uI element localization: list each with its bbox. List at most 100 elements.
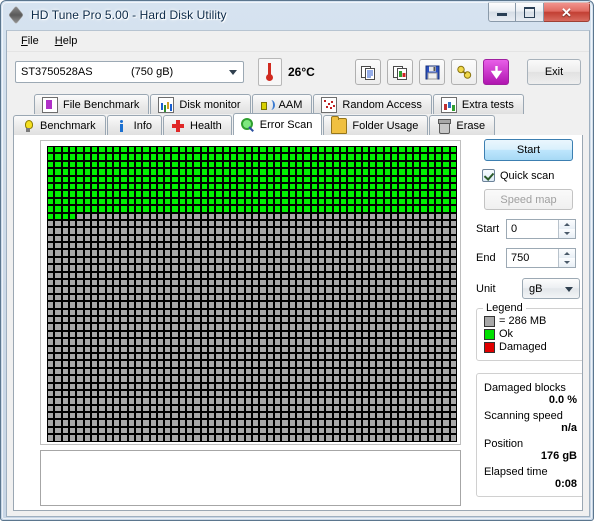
minimize-button[interactable]: [488, 2, 516, 22]
scan-block: [208, 345, 216, 353]
close-button[interactable]: ✕: [544, 2, 590, 22]
scan-block: [142, 434, 150, 442]
scan-block: [90, 375, 99, 383]
start-stepper-up-icon[interactable]: [559, 220, 575, 229]
scan-block: [208, 146, 216, 154]
scan-block: [325, 315, 333, 324]
scan-block: [54, 389, 62, 398]
scan-block: [252, 382, 260, 390]
end-stepper-up-icon[interactable]: [559, 249, 575, 258]
scan-block: [200, 301, 209, 309]
log-output[interactable]: [40, 450, 461, 506]
scan-block: [361, 197, 370, 206]
scan-block: [391, 338, 399, 346]
scan-block: [332, 367, 340, 376]
scan-block: [266, 197, 274, 206]
tab-folder-usage[interactable]: Folder Usage: [323, 115, 429, 135]
scan-block: [317, 293, 326, 302]
end-stepper-down-icon[interactable]: [559, 258, 575, 267]
start-stepper[interactable]: [558, 220, 575, 238]
scan-block: [405, 271, 414, 280]
menu-help[interactable]: Help: [49, 33, 88, 50]
scan-block: [156, 249, 165, 257]
scan-block: [230, 308, 238, 316]
scan-block: [339, 286, 348, 294]
scan-block: [90, 212, 99, 220]
hdtune-diamond-icon: [8, 5, 25, 25]
scan-block: [369, 212, 377, 220]
scan-block: [266, 382, 274, 390]
scan-block: [376, 360, 384, 368]
save-button[interactable]: [419, 59, 445, 85]
copy-image-button[interactable]: [387, 59, 413, 85]
scan-block: [134, 197, 143, 206]
scan-block: [112, 234, 121, 243]
scan-block: [361, 175, 370, 183]
end-stepper[interactable]: [558, 249, 575, 267]
tab-extra-tests[interactable]: Extra tests: [432, 94, 524, 114]
scan-block: [112, 249, 121, 257]
scan-block: [105, 338, 113, 346]
quick-scan-row[interactable]: Quick scan: [482, 169, 582, 182]
scan-block: [442, 168, 450, 176]
scan-block: [90, 175, 99, 183]
quick-scan-checkbox[interactable]: [482, 169, 495, 182]
drive-select[interactable]: ST3750528AS (750 gB): [15, 61, 244, 83]
tab-aam[interactable]: AAM: [251, 94, 313, 114]
scan-block: [105, 360, 113, 368]
scan-block: [61, 293, 69, 302]
tab-erase[interactable]: Erase: [429, 115, 496, 135]
tab-health[interactable]: Health: [163, 115, 232, 135]
scan-block: [310, 175, 318, 183]
copy-text-button[interactable]: [355, 59, 381, 85]
scan-block: [449, 293, 457, 302]
network-button[interactable]: [451, 59, 477, 85]
scan-grid[interactable]: [47, 146, 457, 442]
scan-block: [398, 315, 406, 324]
scan-block: [398, 190, 406, 198]
scan-block: [303, 175, 311, 183]
scan-block: [149, 190, 157, 198]
start-input[interactable]: 0: [506, 219, 576, 239]
scan-block: [288, 308, 296, 316]
tab-disk-monitor[interactable]: Disk monitor: [150, 94, 251, 114]
scan-block: [76, 330, 84, 339]
scan-block: [427, 271, 436, 280]
scan-block: [449, 360, 457, 368]
scan-block: [259, 301, 267, 309]
tab-info[interactable]: Info: [106, 115, 162, 135]
scan-block: [222, 389, 231, 398]
scan-block: [369, 249, 377, 257]
scan-block: [420, 271, 428, 280]
tab-random-access[interactable]: Random Access: [313, 94, 432, 114]
speed-map-button[interactable]: Speed map: [484, 189, 573, 210]
scan-block: [47, 308, 55, 316]
download-button[interactable]: [483, 59, 509, 85]
start-button[interactable]: Start: [484, 139, 573, 161]
scan-block: [149, 264, 157, 272]
scan-block: [310, 404, 318, 413]
scan-block: [449, 212, 457, 220]
tab-file-benchmark[interactable]: File Benchmark: [34, 94, 150, 114]
scan-block: [222, 197, 231, 206]
scan-block: [376, 382, 384, 390]
exit-button[interactable]: Exit: [527, 59, 581, 85]
tab-error-scan[interactable]: Error Scan: [232, 113, 323, 135]
scan-block: [142, 330, 150, 339]
scan-block: [112, 205, 121, 213]
scan-block: [281, 412, 289, 420]
scan-block: [266, 271, 274, 280]
scan-block: [259, 249, 267, 257]
menu-file[interactable]: File: [15, 33, 49, 50]
scan-block: [420, 360, 428, 368]
tab-benchmark[interactable]: Benchmark: [13, 115, 106, 135]
scan-block: [449, 227, 457, 235]
unit-select[interactable]: gB: [522, 278, 580, 299]
start-stepper-down-icon[interactable]: [559, 229, 575, 238]
maximize-button[interactable]: [516, 2, 544, 22]
end-input[interactable]: 750: [506, 248, 576, 268]
scan-block: [413, 434, 421, 442]
scan-block: [317, 286, 326, 294]
scan-block: [317, 419, 326, 427]
scan-block: [376, 345, 384, 353]
